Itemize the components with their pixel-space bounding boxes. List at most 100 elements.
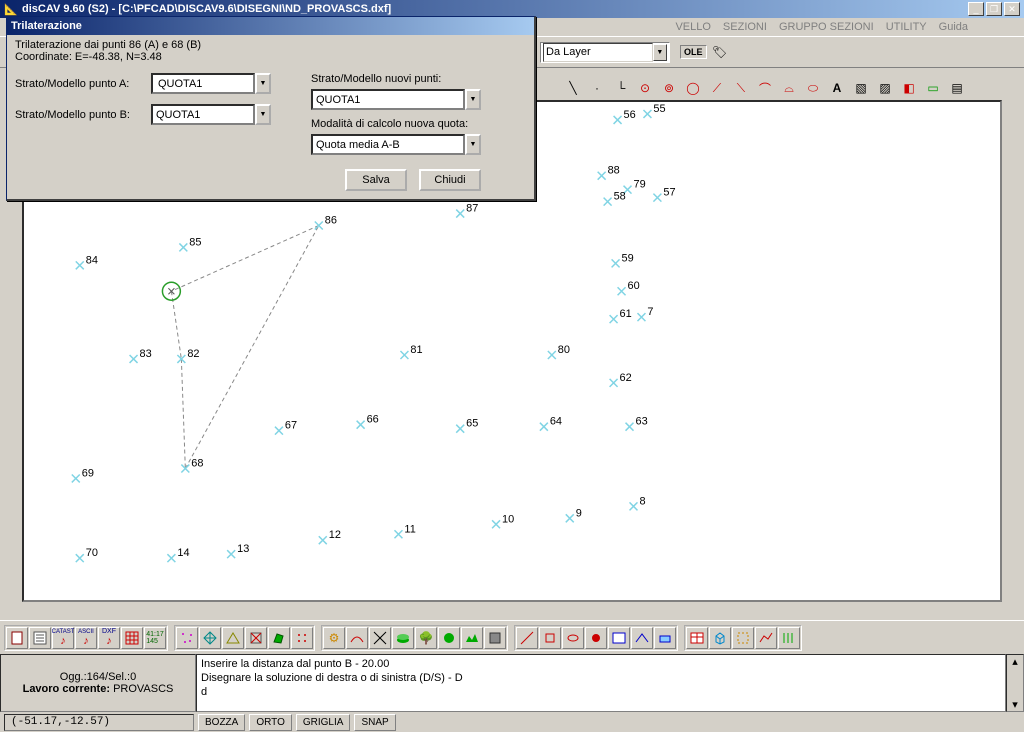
arc3-tool-icon[interactable]: ⌒ <box>754 77 776 99</box>
tool-mesh-icon[interactable] <box>199 627 221 649</box>
circle-tool-icon[interactable]: ⊙ <box>634 77 656 99</box>
svg-text:11: 11 <box>404 523 415 535</box>
tool-tri-icon[interactable] <box>222 627 244 649</box>
tool-brush-icon[interactable] <box>438 627 460 649</box>
statusbar: (-51.17,-12.57) BOZZA ORTO GRIGLIA SNAP <box>0 712 1024 732</box>
point-tool-icon[interactable]: · <box>586 77 608 99</box>
svg-text:80: 80 <box>558 344 570 356</box>
command-line[interactable]: Inserire la distanza dal punto B - 20.00… <box>196 654 1006 712</box>
tool-num-icon[interactable]: 41:17145 <box>144 627 166 649</box>
hatch1-tool-icon[interactable]: ▧ <box>850 77 872 99</box>
dialog-title[interactable]: Trilaterazione <box>7 17 534 35</box>
text-tool-icon[interactable]: A <box>826 77 848 99</box>
cmd-line-1: Inserire la distanza dal punto B - 20.00 <box>201 658 389 670</box>
tool-tree-icon[interactable]: 🌳 <box>415 627 437 649</box>
ellipse-tool-icon[interactable]: ⬭ <box>802 77 824 99</box>
image-tool-icon[interactable]: ▭ <box>922 77 944 99</box>
menu-item[interactable]: VELLO <box>675 21 710 33</box>
tool-f-icon[interactable] <box>631 627 653 649</box>
select-punto-b[interactable]: QUOTA1 ▼ <box>151 104 271 125</box>
circle2-tool-icon[interactable]: ⊚ <box>658 77 680 99</box>
svg-text:62: 62 <box>620 372 632 384</box>
perpend-tool-icon[interactable]: └ <box>610 77 632 99</box>
menu-item[interactable]: Guida <box>939 21 968 33</box>
line-tool-icon[interactable]: ╲ <box>562 77 584 99</box>
svg-text:8: 8 <box>639 495 645 507</box>
maximize-button[interactable]: ❐ <box>986 2 1002 16</box>
tool-table-icon[interactable] <box>686 627 708 649</box>
tool-button[interactable]: 🏷 <box>709 41 731 63</box>
status-snap[interactable]: SNAP <box>354 714 395 731</box>
arc4-tool-icon[interactable]: ⌓ <box>778 77 800 99</box>
circle3-tool-icon[interactable]: ◯ <box>682 77 704 99</box>
tool-dots-icon[interactable] <box>291 627 313 649</box>
layer-tool-icon[interactable]: ▤ <box>946 77 968 99</box>
svg-text:87: 87 <box>466 203 478 215</box>
svg-text:81: 81 <box>410 344 422 356</box>
tool-g-icon[interactable] <box>654 627 676 649</box>
status-orto[interactable]: ORTO <box>249 714 292 731</box>
svg-text:13: 13 <box>237 543 249 555</box>
svg-text:83: 83 <box>140 348 152 360</box>
select-nuovi[interactable]: QUOTA1 ▼ <box>311 89 481 110</box>
menu-item[interactable]: GRUPPO SEZIONI <box>779 21 874 33</box>
trilaterazione-dialog: Trilaterazione Trilaterazione dai punti … <box>6 16 536 201</box>
arc-tool-icon[interactable]: ⟋ <box>706 77 728 99</box>
chevron-down-icon[interactable]: ▼ <box>465 89 481 110</box>
tool-ascii-icon[interactable]: ASCII♪ <box>75 627 97 649</box>
tool-layers-icon[interactable] <box>392 627 414 649</box>
tool-dxf-icon[interactable]: DXF♪ <box>98 627 120 649</box>
menu-item[interactable]: SEZIONI <box>723 21 767 33</box>
svg-text:66: 66 <box>367 414 379 426</box>
tool-d-icon[interactable] <box>585 627 607 649</box>
minimize-button[interactable]: _ <box>968 2 984 16</box>
tool-cross-icon[interactable] <box>369 627 391 649</box>
svg-text:57: 57 <box>663 187 675 199</box>
status-griglia[interactable]: GRIGLIA <box>296 714 351 731</box>
tool-doc-icon[interactable] <box>6 627 28 649</box>
select-punto-a[interactable]: QUOTA1 ▼ <box>151 73 271 94</box>
tool-c-icon[interactable] <box>562 627 584 649</box>
drawing-toolbar: ╲ · └ ⊙ ⊚ ◯ ⟋ ⟍ ⌒ ⌓ ⬭ A ▧ ▨ ◧ ▭ ▤ <box>560 76 1024 100</box>
tool-gear-icon[interactable]: ⚙ <box>323 627 345 649</box>
tool-list-icon[interactable] <box>29 627 51 649</box>
tool-terrain-icon[interactable] <box>461 627 483 649</box>
tool-sel-icon[interactable] <box>732 627 754 649</box>
chevron-down-icon[interactable]: ▼ <box>255 104 271 125</box>
tool-points-icon[interactable] <box>176 627 198 649</box>
layer-combo[interactable]: Da Layer ▼ <box>540 42 670 63</box>
hatch2-tool-icon[interactable]: ▨ <box>874 77 896 99</box>
arc2-tool-icon[interactable]: ⟍ <box>730 77 752 99</box>
svg-text:68: 68 <box>191 458 203 470</box>
tool-poly-icon[interactable] <box>268 627 290 649</box>
chevron-down-icon[interactable]: ▼ <box>255 73 271 94</box>
tool-delete-icon[interactable] <box>245 627 267 649</box>
horizontal-scrollbar[interactable] <box>22 602 1002 620</box>
tool-a-icon[interactable] <box>516 627 538 649</box>
chevron-down-icon[interactable]: ▼ <box>653 44 667 61</box>
tool-3d-icon[interactable] <box>709 627 731 649</box>
save-button[interactable]: Salva <box>345 169 407 191</box>
svg-text:56: 56 <box>624 109 636 121</box>
tool-catast-icon[interactable]: CATAST♪ <box>52 627 74 649</box>
cmd-scrollbar[interactable]: ▴▾ <box>1006 654 1024 712</box>
object-count: Ogg.:164/Sel.:0 <box>5 671 191 683</box>
ole-button[interactable]: OLE <box>680 45 707 59</box>
tool-lines-icon[interactable] <box>778 627 800 649</box>
tool-curve-icon[interactable] <box>346 627 368 649</box>
chevron-down-icon[interactable]: ▼ <box>465 134 481 155</box>
tool-grid-icon[interactable] <box>121 627 143 649</box>
svg-text:55: 55 <box>653 103 665 115</box>
tool-graph-icon[interactable] <box>755 627 777 649</box>
tool-book-icon[interactable] <box>484 627 506 649</box>
close-button[interactable]: ✕ <box>1004 2 1020 16</box>
close-dialog-button[interactable]: Chiudi <box>419 169 481 191</box>
status-bozza[interactable]: BOZZA <box>198 714 245 731</box>
vertical-scrollbar[interactable] <box>1006 100 1024 602</box>
svg-text:9: 9 <box>576 507 582 519</box>
block-tool-icon[interactable]: ◧ <box>898 77 920 99</box>
select-calc[interactable]: Quota media A-B ▼ <box>311 134 481 155</box>
tool-e-icon[interactable] <box>608 627 630 649</box>
menu-item[interactable]: UTILITY <box>886 21 927 33</box>
tool-b-icon[interactable] <box>539 627 561 649</box>
